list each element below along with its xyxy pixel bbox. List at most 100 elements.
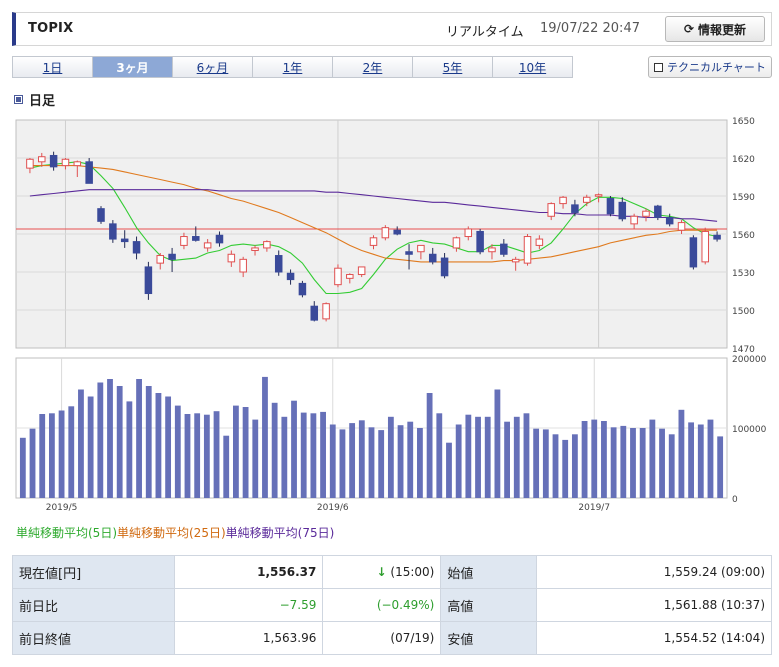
volume-bar bbox=[233, 405, 239, 498]
volume-bar bbox=[717, 436, 724, 498]
price-tick-label: 1560 bbox=[732, 231, 755, 241]
low-label: 安値 bbox=[440, 621, 538, 655]
volume-bar bbox=[668, 434, 675, 498]
refresh-button-label: 情報更新 bbox=[698, 22, 747, 37]
volume-bar bbox=[688, 422, 695, 498]
volume-bar bbox=[436, 413, 443, 498]
price-tick-label: 1650 bbox=[732, 117, 755, 127]
volume-bar bbox=[271, 402, 278, 498]
candle bbox=[701, 227, 709, 265]
technical-chart-button[interactable]: テクニカルチャート bbox=[648, 56, 772, 78]
tab-10y[interactable]: 10年 bbox=[492, 56, 573, 78]
volume-tick-label: 200000 bbox=[732, 355, 767, 365]
volume-bar bbox=[48, 413, 55, 498]
candle bbox=[654, 204, 662, 221]
volume-bar bbox=[58, 410, 65, 498]
volume-bar bbox=[368, 427, 375, 498]
legend-ma5: 単純移動平均(5日) bbox=[16, 526, 117, 540]
volume-bar bbox=[571, 434, 578, 498]
volume-bar bbox=[29, 428, 36, 498]
realtime-label: リアルタイム bbox=[446, 25, 524, 40]
volume-bar bbox=[174, 405, 181, 498]
price-panel: 1470 1500 1530 1560 1590 1620 1650 bbox=[15, 117, 755, 355]
section-icon bbox=[14, 95, 23, 104]
price-tick-label: 1620 bbox=[732, 155, 755, 165]
volume-bar bbox=[387, 416, 394, 498]
page-title: TOPIX bbox=[28, 21, 74, 36]
price-tick-label: 1500 bbox=[732, 307, 755, 317]
volume-bar bbox=[165, 396, 172, 498]
current-value-label: 現在値[円] bbox=[12, 555, 175, 589]
volume-bar bbox=[601, 421, 607, 498]
open-label: 始値 bbox=[440, 555, 538, 589]
candle bbox=[97, 206, 105, 224]
volume-bar bbox=[446, 442, 452, 498]
tab-3m[interactable]: 3ヶ月 bbox=[92, 56, 173, 78]
tab-6m[interactable]: 6ヶ月 bbox=[172, 56, 253, 78]
volume-bar bbox=[107, 379, 113, 498]
high-label: 高値 bbox=[440, 588, 538, 622]
volume-bar bbox=[620, 425, 627, 498]
candle bbox=[109, 220, 117, 243]
page-header: TOPIX リアルタイム 19/07/22 20:47 ⟳ 情報更新 bbox=[12, 12, 772, 46]
prev-close-date: (07/19) bbox=[322, 621, 442, 655]
volume-bar bbox=[300, 412, 307, 498]
low-value: 1,554.52 (14:04) bbox=[536, 621, 772, 655]
volume-bar bbox=[242, 407, 249, 498]
candle bbox=[381, 225, 390, 241]
volume-bar bbox=[630, 428, 636, 498]
candle bbox=[476, 228, 484, 255]
current-time-cell: ↓ (15:00) bbox=[322, 555, 442, 589]
tab-1d[interactable]: 1日 bbox=[12, 56, 93, 78]
change-value: −7.59 bbox=[173, 588, 324, 622]
volume-tick-label: 0 bbox=[732, 495, 738, 505]
candle bbox=[322, 302, 330, 322]
candle bbox=[298, 280, 307, 298]
volume-bar bbox=[39, 414, 46, 498]
legend-ma75: 単純移動平均(75日) bbox=[225, 526, 335, 540]
price-tick-label: 1590 bbox=[732, 193, 755, 203]
volume-bar bbox=[659, 428, 665, 498]
table-row: 前日終値 1,563.96 (07/19) 安値 1,554.52 (14:04… bbox=[12, 621, 772, 655]
volume-bar bbox=[426, 393, 433, 498]
volume-bar bbox=[678, 409, 685, 498]
x-tick-label: 2019/6 bbox=[317, 503, 349, 513]
volume-bar bbox=[349, 423, 356, 498]
legend-ma25: 単純移動平均(25日) bbox=[117, 526, 226, 540]
volume-bar bbox=[484, 416, 491, 498]
volume-bar bbox=[552, 434, 559, 498]
current-value: 1,556.37 bbox=[173, 555, 324, 589]
volume-bar bbox=[707, 419, 714, 498]
volume-bar bbox=[262, 376, 268, 498]
price-tick-label: 1470 bbox=[732, 345, 755, 355]
volume-bar bbox=[184, 414, 191, 498]
volume-bar bbox=[610, 427, 617, 498]
volume-bar bbox=[87, 396, 94, 498]
volume-bar bbox=[116, 386, 123, 498]
prev-close-value: 1,563.96 bbox=[173, 621, 324, 655]
volume-bar bbox=[329, 424, 336, 498]
volume-bar bbox=[513, 416, 520, 498]
refresh-icon: ⟳ bbox=[683, 22, 695, 36]
period-tabs: 1日 3ヶ月 6ヶ月 1年 2年 5年 10年 bbox=[12, 56, 573, 78]
volume-bar bbox=[19, 437, 26, 498]
volume-bar bbox=[339, 429, 346, 498]
volume-bar bbox=[407, 421, 414, 498]
volume-bar bbox=[533, 428, 540, 498]
window-icon bbox=[654, 62, 664, 72]
volume-bar bbox=[97, 382, 104, 498]
table-row: 前日比 −7.59 (−0.49%) 高値 1,561.88 (10:37) bbox=[12, 588, 772, 622]
refresh-button[interactable]: ⟳ 情報更新 bbox=[665, 16, 765, 42]
tab-5y[interactable]: 5年 bbox=[412, 56, 493, 78]
volume-bar bbox=[494, 389, 501, 498]
change-pct: (−0.49%) bbox=[322, 588, 442, 622]
tab-1y[interactable]: 1年 bbox=[252, 56, 333, 78]
volume-bar bbox=[465, 414, 472, 498]
volume-bar bbox=[310, 413, 317, 498]
table-row: 現在値[円] 1,556.37 ↓ (15:00) 始値 1,559.24 (0… bbox=[12, 555, 772, 589]
tab-2y[interactable]: 2年 bbox=[332, 56, 413, 78]
x-tick-label: 2019/7 bbox=[578, 503, 610, 513]
volume-bar bbox=[378, 430, 385, 498]
section-title: 日足 bbox=[14, 90, 55, 109]
volume-bar bbox=[475, 416, 481, 498]
